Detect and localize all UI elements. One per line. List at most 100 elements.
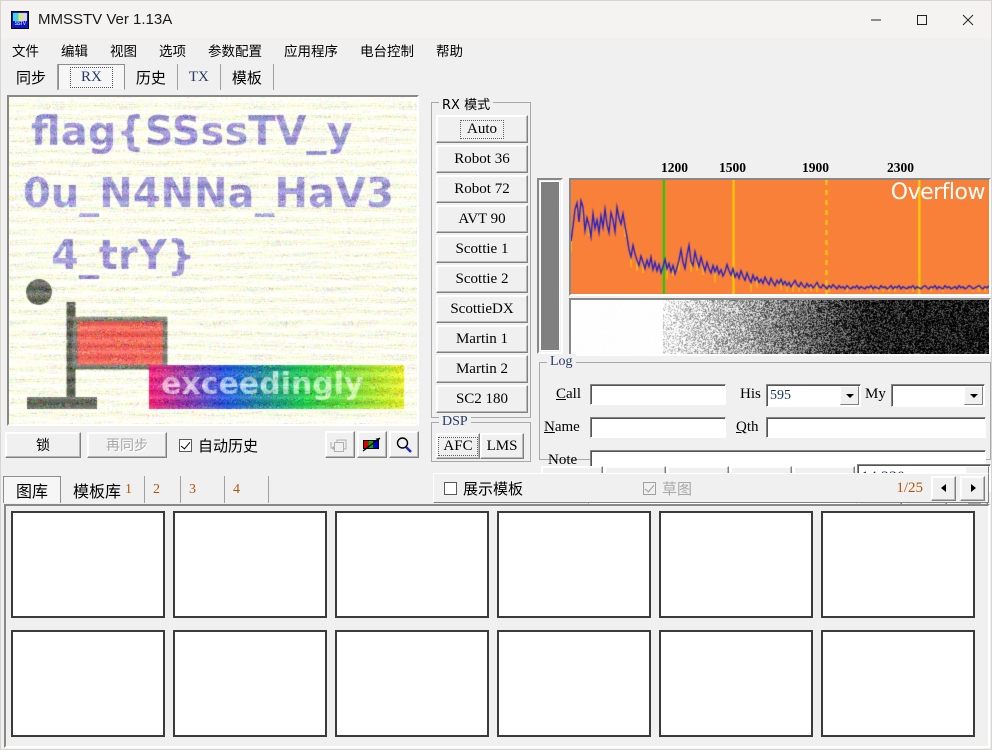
menu-apps[interactable]: 应用程序 [284, 40, 338, 60]
his-combo[interactable]: 595 [766, 384, 861, 407]
afc-button[interactable]: AFC [436, 433, 480, 459]
gallery-tab-4[interactable]: 4 [225, 476, 269, 503]
mode-button-robot72[interactable]: Robot 72 [436, 175, 528, 203]
draft-checkbox[interactable]: 草图 [643, 478, 692, 499]
gallery-tab-templates-1[interactable]: 模板库 1 [61, 476, 145, 503]
gallery-thumbnail[interactable] [821, 511, 975, 618]
resync-button[interactable]: 再同步 [87, 432, 167, 458]
mode-button-scottie2[interactable]: Scottie 2 [436, 265, 528, 293]
spectrum-frequency-labels: 1200 1500 1900 2300 [569, 160, 991, 180]
copy-button[interactable] [325, 431, 355, 458]
gallery-thumbnail[interactable] [497, 630, 651, 737]
zoom-button[interactable] [389, 431, 419, 458]
page-indicator: 1/25 [896, 480, 923, 497]
maximize-button[interactable] [899, 1, 945, 38]
gallery-thumbnail[interactable] [659, 630, 813, 737]
tab-template[interactable]: 模板 [221, 64, 274, 90]
show-template-checkbox[interactable]: 展示模板 [444, 478, 523, 499]
draft-checkbox-box[interactable] [643, 482, 656, 495]
window-title: MMSSTV Ver 1.13A [38, 11, 172, 28]
mode-button-avt90[interactable]: AVT 90 [436, 205, 528, 233]
prev-template-button[interactable] [931, 476, 956, 501]
mode-label-auto: Auto [460, 120, 504, 139]
log-group: Log Call His 595 My Name Qth Note QSL Rx… [539, 362, 991, 460]
tab-tx[interactable]: TX [178, 64, 221, 90]
mode-button-scottiedx[interactable]: ScottieDX [436, 295, 528, 323]
close-button[interactable] [945, 1, 991, 38]
spectrum-display[interactable]: Overflow [569, 178, 991, 296]
menu-view[interactable]: 视图 [110, 40, 137, 60]
mode-button-martin2[interactable]: Martin 2 [436, 355, 528, 383]
qth-input[interactable] [766, 417, 986, 438]
waterfall-canvas[interactable] [571, 300, 989, 354]
gallery-tab-library-label: 图库 [16, 478, 48, 502]
gallery-tab-3[interactable]: 3 [181, 476, 225, 503]
my-combo-arrow[interactable] [964, 386, 983, 405]
auto-history-checkbox[interactable]: 自动历史 [179, 435, 258, 456]
gallery-tab-2[interactable]: 2 [145, 476, 181, 503]
show-template-checkbox-box[interactable] [444, 482, 457, 495]
name-input[interactable] [590, 417, 726, 438]
gallery-panel[interactable] [4, 504, 990, 748]
gallery-tab-library[interactable]: 图库 [3, 476, 61, 503]
menu-edit[interactable]: 编辑 [61, 40, 88, 60]
next-template-button[interactable] [960, 476, 985, 501]
gallery-thumbnail[interactable] [497, 511, 651, 618]
my-combo[interactable] [891, 384, 985, 407]
level-slider-thumb[interactable] [540, 181, 560, 351]
menu-options[interactable]: 选项 [159, 40, 186, 60]
gallery-thumbnail[interactable] [173, 511, 327, 618]
call-input[interactable] [590, 384, 726, 405]
gallery-thumbnail[interactable] [659, 511, 813, 618]
mode-button-auto[interactable]: Auto [436, 115, 528, 143]
dsp-group: DSP AFC LMS [431, 422, 531, 462]
color-adjust-icon [361, 436, 383, 454]
mode-button-scottie1[interactable]: Scottie 1 [436, 235, 528, 263]
minimize-button[interactable] [853, 1, 899, 38]
tab-sync[interactable]: 同步 [5, 64, 58, 90]
gallery-thumbnail[interactable] [173, 630, 327, 737]
tab-tx-label: TX [189, 69, 209, 86]
freq-tick-2300: 2300 [887, 160, 914, 176]
mode-button-robot36[interactable]: Robot 36 [436, 145, 528, 173]
lock-button[interactable]: 锁 [5, 432, 81, 458]
his-label: His [740, 386, 761, 403]
level-slider[interactable] [537, 178, 563, 354]
his-combo-arrow[interactable] [840, 386, 859, 405]
rx-mode-buttons: Auto Robot 36 Robot 72 AVT 90 Scottie 1 … [436, 115, 528, 415]
menu-radio[interactable]: 电台控制 [360, 40, 414, 60]
gallery-thumbnail[interactable] [335, 630, 489, 737]
freq-tick-1900: 1900 [802, 160, 829, 176]
dsp-buttons: AFC LMS [436, 433, 524, 459]
waterfall-display[interactable] [569, 298, 991, 356]
tab-rx-label: RX [70, 67, 113, 88]
auto-history-checkbox-box[interactable] [179, 439, 192, 452]
gallery-thumbnail[interactable] [821, 630, 975, 737]
gallery-tab-templates-label: 模板库 [73, 478, 121, 502]
mode-button-martin1[interactable]: Martin 1 [436, 325, 528, 353]
rx-mode-group: RX 模式 Auto Robot 36 Robot 72 AVT 90 Scot… [431, 102, 531, 418]
tab-template-label: 模板 [232, 67, 262, 88]
gallery-tab-num-3: 3 [189, 482, 196, 498]
window-controls [853, 1, 991, 38]
tab-rx[interactable]: RX [58, 64, 125, 90]
overflow-label: Overflow [891, 180, 985, 205]
lms-button[interactable]: LMS [480, 433, 524, 459]
mode-button-sc2180[interactable]: SC2 180 [436, 385, 528, 413]
app-icon [11, 11, 29, 29]
tab-history[interactable]: 历史 [125, 64, 178, 90]
rx-control-bar: 锁 再同步 自动历史 [5, 430, 421, 460]
gallery-thumbnail[interactable] [335, 511, 489, 618]
dsp-group-label: DSP [439, 414, 471, 430]
menu-file[interactable]: 文件 [12, 40, 39, 60]
show-template-label: 展示模板 [463, 478, 523, 499]
rx-mode-group-label: RX 模式 [439, 94, 493, 113]
gallery-thumbnail[interactable] [11, 630, 165, 737]
gallery-tab-num-4: 4 [233, 482, 240, 498]
menu-help[interactable]: 帮助 [436, 40, 463, 60]
rx-image[interactable] [9, 97, 417, 424]
gallery-thumbnail[interactable] [11, 511, 165, 618]
menu-setup[interactable]: 参数配置 [208, 40, 262, 60]
color-adjust-button[interactable] [357, 431, 387, 458]
rx-image-panel[interactable] [7, 95, 419, 426]
